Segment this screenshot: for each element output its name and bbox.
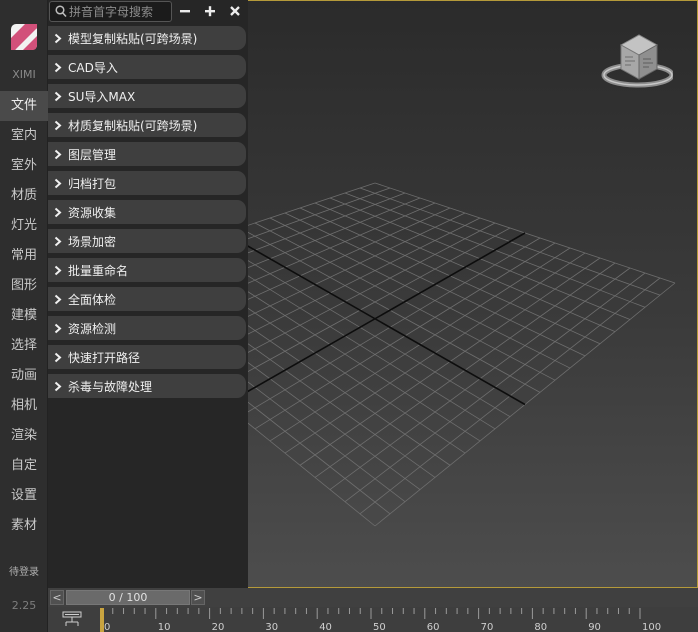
category-item[interactable]: 相机 xyxy=(0,391,48,421)
menu-item[interactable]: 模型复制粘贴(可跨场景) xyxy=(48,26,246,50)
function-panel: 模型复制粘贴(可跨场景) CAD导入 SU导入MAX 材质复制粘贴(可跨场景) 图层管理… xyxy=(48,0,248,588)
function-menu: 模型复制粘贴(可跨场景) CAD导入 SU导入MAX 材质复制粘贴(可跨场景) 图层管理… xyxy=(48,26,248,403)
next-frame-button[interactable]: > xyxy=(191,590,205,605)
timeline-tick-label: 100 xyxy=(642,622,661,632)
menu-item-label: 模型复制粘贴(可跨场景) xyxy=(68,32,198,46)
menu-item[interactable]: 材质复制粘贴(可跨场景) xyxy=(48,113,246,137)
category-list: 文件 室内 室外 材质 灯光 常用 图形 建模 选择 动画 相机 渲染 自定 设置 素材 xyxy=(0,91,48,541)
timeline-tick-label: 80 xyxy=(534,622,547,632)
menu-item[interactable]: SU导入MAX xyxy=(48,84,246,108)
menu-item[interactable]: CAD导入 xyxy=(48,55,246,79)
category-item[interactable]: 动画 xyxy=(0,361,48,391)
category-item[interactable]: 渲染 xyxy=(0,421,48,451)
menu-item-label: 资源检测 xyxy=(68,322,117,336)
view-cube-icon[interactable] xyxy=(601,31,673,97)
menu-item-label: 批量重命名 xyxy=(68,264,129,278)
menu-item-label: 图层管理 xyxy=(68,148,117,162)
menu-item[interactable]: 图层管理 xyxy=(48,142,246,166)
timeline-tick-label: 30 xyxy=(265,622,278,632)
timeline-ruler: 0 10 20 30 40 50 60 70 80 90 100 xyxy=(100,608,661,632)
prev-frame-button[interactable]: < xyxy=(50,590,64,605)
timeline-tick-label: 60 xyxy=(427,622,440,632)
menu-item-label: 场景加密 xyxy=(68,235,117,249)
current-time-marker[interactable] xyxy=(100,608,104,632)
menu-item-label: 归档打包 xyxy=(68,177,117,191)
menu-item[interactable]: 快速打开路径 xyxy=(48,345,246,369)
chevron-right-icon xyxy=(54,207,62,218)
timeline-tick-label: 0 xyxy=(104,622,110,632)
menu-item[interactable]: 场景加密 xyxy=(48,229,246,253)
category-item[interactable]: 设置 xyxy=(0,481,48,511)
time-slider: < 0 / 100 > xyxy=(48,588,698,607)
version-label: 2.25 xyxy=(11,599,37,612)
menu-item[interactable]: 杀毒与故障处理 xyxy=(48,374,246,398)
brand-label: XIMI xyxy=(12,68,36,81)
chevron-right-icon xyxy=(54,323,62,334)
category-item[interactable]: 文件 xyxy=(0,91,48,121)
category-sidebar: XIMI 文件 室内 室外 材质 灯光 常用 图形 建模 选择 动画 相机 渲染 自定 设置 素材 待登录 … xyxy=(0,0,48,632)
chevron-right-icon xyxy=(54,91,62,102)
category-item[interactable]: 材质 xyxy=(0,181,48,211)
category-item[interactable]: 室外 xyxy=(0,151,48,181)
timeline-tick-label: 40 xyxy=(319,622,332,632)
timeline-tick-label: 10 xyxy=(158,622,171,632)
plus-icon[interactable] xyxy=(202,3,218,19)
category-item[interactable]: 常用 xyxy=(0,241,48,271)
chevron-right-icon xyxy=(54,62,62,73)
menu-item-label: 全面体检 xyxy=(68,293,117,307)
chevron-right-icon xyxy=(54,294,62,305)
menu-item-label: SU导入MAX xyxy=(68,90,136,104)
chevron-right-icon xyxy=(54,149,62,160)
menu-item[interactable]: 归档打包 xyxy=(48,171,246,195)
menu-item[interactable]: 全面体检 xyxy=(48,287,246,311)
timeline-tick-label: 90 xyxy=(588,622,601,632)
menu-item-label: 材质复制粘贴(可跨场景) xyxy=(68,119,198,133)
category-item[interactable]: 室内 xyxy=(0,121,48,151)
track-bar-icon[interactable] xyxy=(62,611,82,627)
category-item[interactable]: 素材 xyxy=(0,511,48,541)
category-item[interactable]: 图形 xyxy=(0,271,48,301)
search-input[interactable] xyxy=(69,3,169,20)
category-item[interactable]: 灯光 xyxy=(0,211,48,241)
chevron-right-icon xyxy=(54,352,62,363)
timeline-tick-label: 50 xyxy=(373,622,386,632)
chevron-right-icon xyxy=(54,33,62,44)
category-item[interactable]: 自定 xyxy=(0,451,48,481)
timeline-tick-label: 70 xyxy=(481,622,494,632)
menu-item-label: 资源收集 xyxy=(68,206,117,220)
menu-item[interactable]: 资源检测 xyxy=(48,316,246,340)
chevron-right-icon xyxy=(54,381,62,392)
menu-item[interactable]: 资源收集 xyxy=(48,200,246,224)
menu-item-label: CAD导入 xyxy=(68,61,118,75)
chevron-right-icon xyxy=(54,120,62,131)
timeline-track[interactable]: 0 10 20 30 40 50 60 70 80 90 100 xyxy=(48,607,698,632)
ximi-logo-icon xyxy=(11,24,37,50)
chevron-right-icon xyxy=(54,178,62,189)
close-icon[interactable] xyxy=(227,3,243,19)
timeline-tick-label: 20 xyxy=(212,622,225,632)
category-item[interactable]: 建模 xyxy=(0,301,48,331)
category-item[interactable]: 选择 xyxy=(0,331,48,361)
chevron-right-icon xyxy=(54,236,62,247)
search-icon xyxy=(55,5,67,18)
chevron-right-icon xyxy=(54,265,62,276)
search-box[interactable] xyxy=(49,1,172,22)
frame-slider-handle[interactable]: 0 / 100 xyxy=(66,590,190,605)
minus-icon[interactable] xyxy=(177,3,193,19)
menu-item-label: 快速打开路径 xyxy=(68,351,141,365)
login-status[interactable]: 待登录 xyxy=(0,563,48,578)
menu-item[interactable]: 批量重命名 xyxy=(48,258,246,282)
menu-item-label: 杀毒与故障处理 xyxy=(68,380,153,394)
